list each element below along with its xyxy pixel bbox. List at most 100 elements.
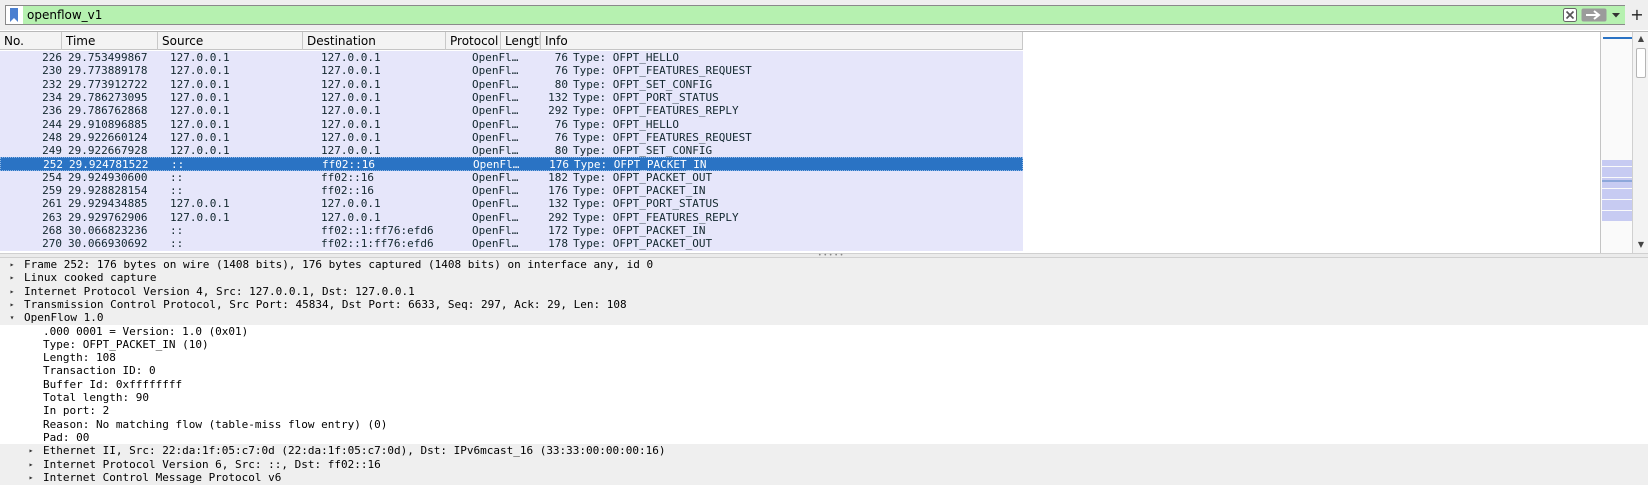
cell-info: Type: OFPT_PACKET_IN [573,184,706,197]
detail-subtree-item[interactable]: Pad: 00 [0,431,1648,445]
packet-row-selected[interactable]: 252 29.924781522:: ff02::16 OpenFl… 176 Type:… [0,157,1023,171]
collapsed-arrow-icon[interactable]: ▸ [7,258,17,272]
cell-time: 29.929762906 [68,211,148,224]
detail-subtree-item[interactable]: ▸ Internet Control Message Protocol v6 [0,471,1648,485]
detail-subtree-item[interactable]: Reason: No matching flow (table-miss flo… [0,418,1648,432]
detail-text: Internet Protocol Version 4, Src: 127.0.… [24,285,415,298]
column-header-info[interactable]: Info [541,32,1023,50]
detail-text: Frame 252: 176 bytes on wire (1408 bits)… [24,258,654,271]
cell-source: 127.0.0.1 [170,91,230,104]
packet-row[interactable]: 259 29.928828154:: ff02::16 OpenFl… 176 Type:… [0,184,1023,198]
cell-info: Type: OFPT_SET_CONFIG [573,78,713,91]
arrow-right-icon[interactable] [1581,8,1607,22]
display-filter-input[interactable]: openflow_v1 [5,5,1625,25]
detail-subtree-item[interactable]: Total length: 90 [0,391,1648,405]
detail-tree-item[interactable]: ▾ OpenFlow 1.0 [0,311,1648,325]
detail-text: Internet Control Message Protocol v6 [43,471,282,484]
detail-subtree-item[interactable]: Type: OFPT_PACKET_IN (10) [0,338,1648,352]
detail-subtree-item[interactable]: In port: 2 [0,404,1648,418]
detail-subtree-item[interactable]: ▸ Ethernet II, Src: 22:da:1f:05:c7:0d (22… [0,444,1648,458]
cell-no: 232 [42,78,62,91]
collapsed-arrow-icon[interactable]: ▸ [26,471,36,485]
cell-protocol: OpenFl… [472,197,519,210]
packet-row[interactable]: 234 29.786273095 127.0.0.1 127.0.0.1 OpenFl…… [0,91,1023,105]
detail-text: In port: 2 [43,404,110,417]
packet-row[interactable]: 244 29.910896885 127.0.0.1 127.0.0.1 OpenFl…… [0,118,1023,132]
cell-info: Type: OFPT_HELLO [573,51,679,64]
cell-destination: 127.0.0.1 [321,211,381,224]
cell-length: 178 [548,237,568,250]
detail-tree-item[interactable]: ▸ Internet Protocol Version 4, Src: 127.0… [0,285,1648,299]
collapsed-arrow-icon[interactable]: ▸ [7,271,17,285]
packet-list-scrollbar[interactable]: ▲ ▼ [1632,32,1648,254]
packet-row[interactable]: 263 29.929762906 127.0.0.1 127.0.0.1 OpenFl…… [0,211,1023,225]
clear-icon[interactable] [1563,8,1577,22]
bookmark-icon[interactable] [7,7,21,23]
cell-info: Type: OFPT_FEATURES_REQUEST [573,64,752,77]
minimap-viewport-indicator [1603,37,1632,40]
column-header-destination[interactable]: Destination [303,32,446,50]
expanded-arrow-icon[interactable]: ▾ [7,311,17,325]
cell-no: 270 [42,237,62,250]
packet-row[interactable]: 254 29.924930600:: ff02::16 OpenFl… 182 Type:… [0,171,1023,185]
add-filter-button-plus-icon[interactable]: + [1630,5,1644,25]
packet-minimap[interactable] [1600,32,1632,254]
display-filter-toolbar: openflow_v1 + [0,0,1648,30]
detail-subtree-item[interactable]: ▸ Internet Protocol Version 6, Src: ::, D… [0,458,1648,472]
cell-info: Type: OFPT_PORT_STATUS [573,91,719,104]
cell-info: Type: OFPT_PACKET_IN [573,224,706,237]
cell-no: 249 [42,144,62,157]
cell-info: Type: OFPT_FEATURES_REPLY [573,104,739,117]
chevron-down-icon[interactable] [1610,9,1622,21]
packet-row[interactable]: 230 29.773889178 127.0.0.1 127.0.0.1 OpenFl…… [0,64,1023,78]
cell-no: 236 [42,104,62,117]
detail-subtree-item[interactable]: .000 0001 = Version: 1.0 (0x01) [0,325,1648,339]
packet-row[interactable]: 261 29.929434885 127.0.0.1 127.0.0.1 OpenFl…… [0,197,1023,211]
packet-row[interactable]: 268 30.066823236:: ff02::1:ff76:efd6 OpenFl… [0,224,1023,238]
column-header-protocol[interactable]: Protocol [446,32,501,50]
cell-source: 127.0.0.1 [170,78,230,91]
detail-tree-item[interactable]: ▸ Frame 252: 176 bytes on wire (1408 bits… [0,258,1648,272]
column-header-source[interactable]: Source [158,32,303,50]
column-header-length[interactable]: Length [501,32,541,50]
cell-no: 254 [42,171,62,184]
packet-row[interactable]: 226 29.753499867 127.0.0.1 127.0.0.1 OpenFl…… [0,51,1023,65]
column-header-no[interactable]: No. [0,32,62,50]
detail-subtree-item[interactable]: Buffer Id: 0xffffffff [0,378,1648,392]
scroll-down-arrow-icon[interactable]: ▼ [1636,240,1646,250]
collapsed-arrow-icon[interactable]: ▸ [26,458,36,472]
scroll-up-arrow-icon[interactable]: ▲ [1636,34,1646,44]
detail-subtree-item[interactable]: Transaction ID: 0 [0,364,1648,378]
detail-subtree-item[interactable]: Length: 108 [0,351,1648,365]
cell-protocol: OpenFl… [472,131,519,144]
packet-row[interactable]: 236 29.786762868 127.0.0.1 127.0.0.1 OpenFl…… [0,104,1023,118]
packet-row[interactable]: 248 29.922660124 127.0.0.1 127.0.0.1 OpenFl…… [0,131,1023,145]
cell-destination: ff02::16 [321,184,374,197]
packet-row[interactable]: 270 30.066930692:: ff02::1:ff76:efd6 OpenFl… [0,237,1023,251]
cell-destination: 127.0.0.1 [321,118,381,131]
detail-tree-item[interactable]: ▸ Transmission Control Protocol, Src Port… [0,298,1648,312]
cell-info: Type: OFPT_PACKET_OUT [573,237,713,250]
scrollbar-thumb[interactable] [1636,48,1646,78]
filter-text[interactable]: openflow_v1 [27,7,102,23]
collapsed-arrow-icon[interactable]: ▸ [7,298,17,312]
detail-tree-item[interactable]: ▸ Linux cooked capture [0,271,1648,285]
packet-list-rows: 226 29.753499867 127.0.0.1 127.0.0.1 OpenFl…… [0,51,1023,254]
packet-list-pane: No. Time Source Destination Protocol Len… [0,31,1648,254]
cell-length: 132 [548,197,568,210]
detail-text: Internet Protocol Version 6, Src: ::, Ds… [43,458,381,471]
collapsed-arrow-icon[interactable]: ▸ [26,444,36,458]
cell-no: 244 [42,118,62,131]
column-header-time[interactable]: Time [62,32,158,50]
collapsed-arrow-icon[interactable]: ▸ [7,285,17,299]
detail-text: OpenFlow 1.0 [24,311,104,324]
detail-text: Type: OFPT_PACKET_IN (10) [43,338,209,351]
packet-row[interactable]: 232 29.773912722 127.0.0.1 127.0.0.1 OpenFl…… [0,78,1023,92]
cell-protocol: OpenFl… [472,184,519,197]
detail-text: Transaction ID: 0 [43,364,156,377]
cell-length: 76 [554,118,568,131]
cell-time: 29.773912722 [68,78,148,91]
cell-time: 29.786762868 [68,104,148,117]
cell-protocol: OpenFl… [472,104,519,117]
packet-row[interactable]: 249 29.922667928 127.0.0.1 127.0.0.1 OpenFl…… [0,144,1023,158]
